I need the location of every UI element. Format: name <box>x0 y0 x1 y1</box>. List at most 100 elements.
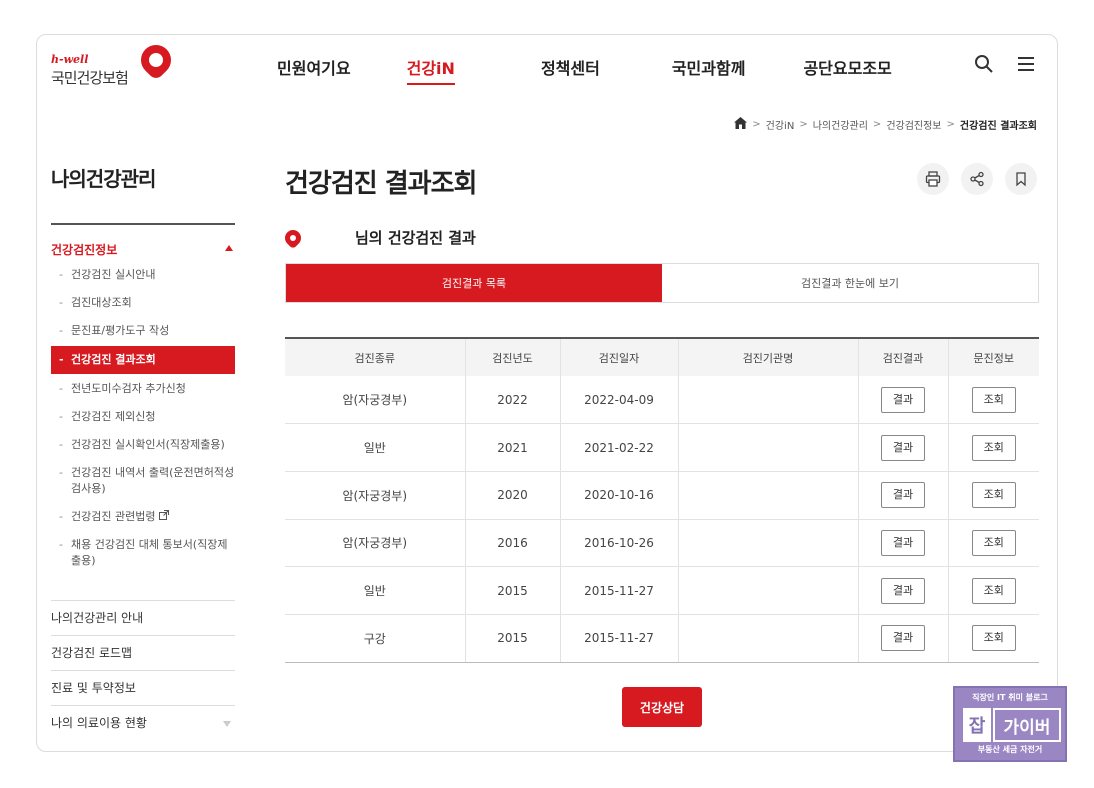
sidebar-sub-list: 건강검진 실시안내 검진대상조회 문진표/평가도구 작성 건강검진 결과조회 전… <box>51 267 235 569</box>
sidebar-item-active[interactable]: 건강검진 결과조회 <box>51 346 235 374</box>
sidebar-menu-label: 나의 의료이용 현황 <box>51 716 147 730</box>
breadcrumb-item[interactable]: 나의건강관리 <box>813 117 868 132</box>
result-heading-text: 님의 건강검진 결과 <box>355 229 476 247</box>
table-row: 일반 2015 2015-11-27 결과 조회 <box>285 566 1039 615</box>
gnb-item-health-in[interactable]: 건강iN <box>406 55 455 85</box>
sidebar-item[interactable]: 건강검진 실시안내 <box>51 267 235 283</box>
cell-result: 결과 <box>858 614 949 663</box>
cell-date: 2020-10-16 <box>560 471 679 520</box>
sidebar-item[interactable]: 채용 건강검진 대체 통보서(직장제출용) <box>51 537 235 569</box>
col-header: 문진정보 <box>948 337 1039 376</box>
cell-type: 구강 <box>285 614 466 663</box>
breadcrumb: > 건강iN > 나의건강관리 > 건강검진정보 > 건강검진 결과조회 <box>734 117 1037 132</box>
col-header: 검진기관명 <box>678 337 859 376</box>
sidebar-menu-roadmap[interactable]: 건강검진 로드맵 <box>51 635 235 670</box>
share-icon[interactable] <box>961 163 993 195</box>
tab-result-list[interactable]: 검진결과 목록 <box>286 264 662 302</box>
sidebar-menu-medical-usage[interactable]: 나의 의료이용 현황 <box>51 705 235 740</box>
info-button[interactable]: 조회 <box>971 529 1016 556</box>
sidebar-item[interactable]: 문진표/평가도구 작성 <box>51 323 235 339</box>
table-header-row: 검진종류 검진년도 검진일자 검진기관명 검진결과 문진정보 <box>285 337 1039 376</box>
cell-type: 암(자궁경부) <box>285 519 466 568</box>
cell-type: 일반 <box>285 423 466 472</box>
breadcrumb-current: 건강검진 결과조회 <box>959 121 1037 132</box>
print-icon[interactable] <box>917 163 949 195</box>
sidebar-item[interactable]: 건강검진 내역서 출력(운전면허적성검사용) <box>51 465 235 497</box>
info-button[interactable]: 조회 <box>971 577 1016 604</box>
table-row: 암(자궁경부) 2022 2022-04-09 결과 조회 <box>285 376 1039 425</box>
search-icon[interactable] <box>973 53 995 75</box>
results-table: 검진종류 검진년도 검진일자 검진기관명 검진결과 문진정보 암(자궁경부) 20… <box>285 337 1039 663</box>
result-button[interactable]: 결과 <box>881 529 925 556</box>
watermark-bottom-text: 부동산 세금 자전거 <box>977 745 1043 754</box>
sidebar-item[interactable]: 검진대상조회 <box>51 295 235 311</box>
page-tools <box>917 163 1037 195</box>
bookmark-icon[interactable] <box>1005 163 1037 195</box>
cell-result: 결과 <box>858 519 949 568</box>
table-row: 암(자궁경부) 2020 2020-10-16 결과 조회 <box>285 471 1039 520</box>
breadcrumb-separator: > <box>799 119 808 130</box>
gnb-item-together[interactable]: 국민과함께 <box>672 55 746 85</box>
info-button[interactable]: 조회 <box>971 434 1016 461</box>
breadcrumb-separator: > <box>872 119 882 130</box>
expand-arrow-icon <box>223 721 231 727</box>
sidebar-title: 나의건강관리 <box>51 167 156 191</box>
site-logo[interactable]: h-well 국민건강보험 <box>51 38 181 91</box>
col-header: 검진결과 <box>858 337 949 376</box>
info-button[interactable]: 조회 <box>971 625 1016 652</box>
location-pin-icon <box>281 226 305 249</box>
cell-date: 2016-10-26 <box>560 519 679 568</box>
sidebar-divider <box>51 223 235 225</box>
cell-org <box>678 614 859 663</box>
result-button[interactable]: 결과 <box>881 482 925 509</box>
sidebar-section-health-checkup[interactable]: 건강검진정보 <box>51 241 235 258</box>
sidebar-menu-guide[interactable]: 나의건강관리 안내 <box>51 600 235 635</box>
menu-icon[interactable] <box>1015 53 1037 75</box>
gnb-item-policy[interactable]: 정책센터 <box>541 55 600 85</box>
table-row: 암(자궁경부) 2016 2016-10-26 결과 조회 <box>285 519 1039 568</box>
result-button[interactable]: 결과 <box>881 625 925 652</box>
cell-date: 2021-02-22 <box>560 423 679 472</box>
breadcrumb-item[interactable]: 건강검진정보 <box>886 117 941 132</box>
cell-org <box>678 376 859 425</box>
cell-info: 조회 <box>948 614 1039 663</box>
breadcrumb-separator: > <box>946 119 955 130</box>
table-row: 구강 2015 2015-11-27 결과 조회 <box>285 614 1039 663</box>
gnb-item-civil[interactable]: 민원여기요 <box>277 55 351 85</box>
sidebar-menu-medication[interactable]: 진료 및 투약정보 <box>51 670 235 705</box>
info-button[interactable]: 조회 <box>971 386 1016 413</box>
col-header: 검진일자 <box>560 337 679 376</box>
browser-frame: h-well 국민건강보험 민원여기요 건강iN 정책센터 국민과함께 공단요모… <box>36 34 1058 752</box>
home-icon[interactable] <box>734 117 748 132</box>
cell-info: 조회 <box>948 423 1039 472</box>
sidebar-item[interactable]: 건강검진 실시확인서(직장제출용) <box>51 437 235 453</box>
cell-result: 결과 <box>858 471 949 520</box>
cell-date: 2022-04-09 <box>560 376 679 425</box>
sidebar-item-external[interactable]: 건강검진 관련법령 <box>51 509 235 525</box>
result-button[interactable]: 결과 <box>881 386 925 413</box>
breadcrumb-separator: > <box>752 119 761 130</box>
cell-type: 암(자궁경부) <box>285 471 466 520</box>
cell-date: 2015-11-27 <box>560 566 679 615</box>
sidebar-item[interactable]: 전년도미수검자 추가신청 <box>51 381 235 397</box>
result-button[interactable]: 결과 <box>881 434 925 461</box>
consult-button[interactable]: 건강상담 <box>622 687 702 727</box>
cell-year: 2022 <box>465 376 561 425</box>
sidebar-item-label: 건강검진 관련법령 <box>71 510 156 523</box>
cell-org <box>678 471 859 520</box>
watermark-logo-b: 가이버 <box>993 708 1061 742</box>
cell-result: 결과 <box>858 566 949 615</box>
result-button[interactable]: 결과 <box>881 577 925 604</box>
result-tabs: 검진결과 목록 검진결과 한눈에 보기 <box>285 263 1039 303</box>
breadcrumb-item[interactable]: 건강iN <box>766 117 795 132</box>
page-title: 건강검진 결과조회 <box>285 169 477 199</box>
info-button[interactable]: 조회 <box>971 482 1016 509</box>
sidebar-section-label: 건강검진정보 <box>51 243 118 257</box>
sidebar-item[interactable]: 건강검진 제외신청 <box>51 409 235 425</box>
table-row: 일반 2021 2021-02-22 결과 조회 <box>285 423 1039 472</box>
global-nav: 민원여기요 건강iN 정책센터 국민과함께 공단요모조모 <box>277 55 892 85</box>
cell-type: 암(자궁경부) <box>285 376 466 425</box>
tab-result-summary[interactable]: 검진결과 한눈에 보기 <box>662 264 1038 302</box>
watermark-logo-a: 잡 <box>963 708 991 742</box>
gnb-item-about[interactable]: 공단요모조모 <box>803 55 891 85</box>
